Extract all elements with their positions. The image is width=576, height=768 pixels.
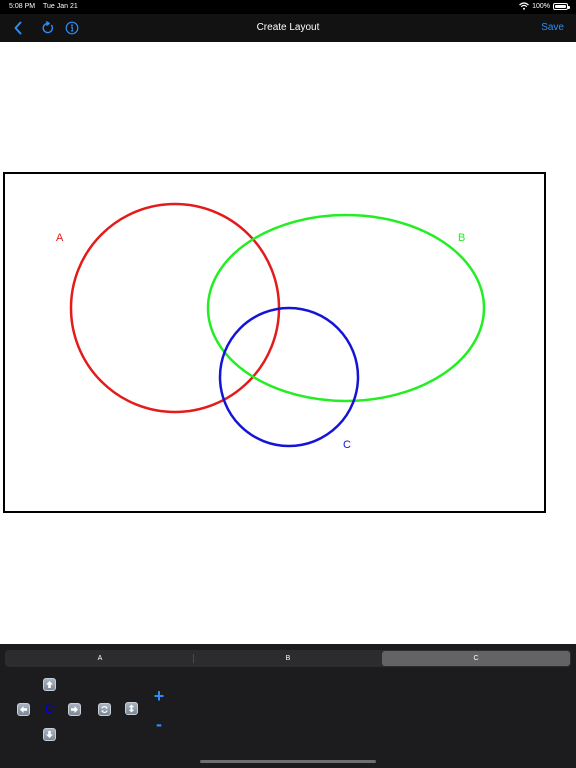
- stretch-vertical-icon: [128, 704, 135, 713]
- segment-c[interactable]: C: [382, 651, 570, 666]
- label-b: B: [458, 232, 465, 244]
- home-indicator: [200, 760, 376, 763]
- label-c: C: [343, 439, 351, 451]
- status-time: 5:08 PM: [9, 3, 36, 10]
- label-a: A: [56, 232, 64, 244]
- circle-a[interactable]: [69, 202, 281, 414]
- move-left-button[interactable]: [17, 703, 30, 716]
- zoom-out-button[interactable]: -: [151, 714, 167, 735]
- arrow-left-icon: [20, 706, 27, 713]
- segment-b[interactable]: B: [194, 651, 382, 666]
- move-right-button[interactable]: [68, 703, 81, 716]
- status-date: Tue Jan 21: [43, 3, 78, 10]
- move-up-button[interactable]: [43, 678, 56, 691]
- battery-percent: 100%: [532, 2, 550, 10]
- arrow-up-icon: [46, 681, 53, 688]
- wifi-icon: [519, 2, 529, 10]
- stretch-vertical-button[interactable]: [125, 702, 138, 715]
- zoom-in-button[interactable]: +: [151, 686, 167, 707]
- layout-canvas[interactable]: A B C: [3, 172, 546, 513]
- move-down-button[interactable]: [43, 728, 56, 741]
- status-right: 100%: [519, 2, 570, 10]
- circle-b[interactable]: [206, 213, 486, 403]
- save-button[interactable]: Save: [541, 22, 564, 33]
- arrow-down-icon: [46, 731, 53, 738]
- battery-icon: [553, 2, 570, 10]
- selected-circle-label: C: [44, 702, 54, 716]
- status-bar: 5:08 PM Tue Jan 21 100%: [0, 0, 576, 14]
- screen: 5:08 PM Tue Jan 21 100% Create Layout Sa…: [0, 0, 576, 768]
- battery-fill: [555, 4, 566, 8]
- page-title: Create Layout: [256, 22, 320, 33]
- circle-c[interactable]: [218, 306, 360, 448]
- arrow-right-icon: [71, 706, 78, 713]
- control-panel: A B C: [0, 644, 576, 768]
- battery-nub: [568, 5, 570, 9]
- circle-segmented-control: A B C: [5, 650, 571, 667]
- rotate-button[interactable]: [98, 703, 111, 716]
- rotate-icon: [101, 706, 108, 713]
- segment-a[interactable]: A: [6, 651, 194, 666]
- nav-bar: Create Layout Save: [0, 14, 576, 42]
- venn-diagram: A B C: [56, 202, 486, 451]
